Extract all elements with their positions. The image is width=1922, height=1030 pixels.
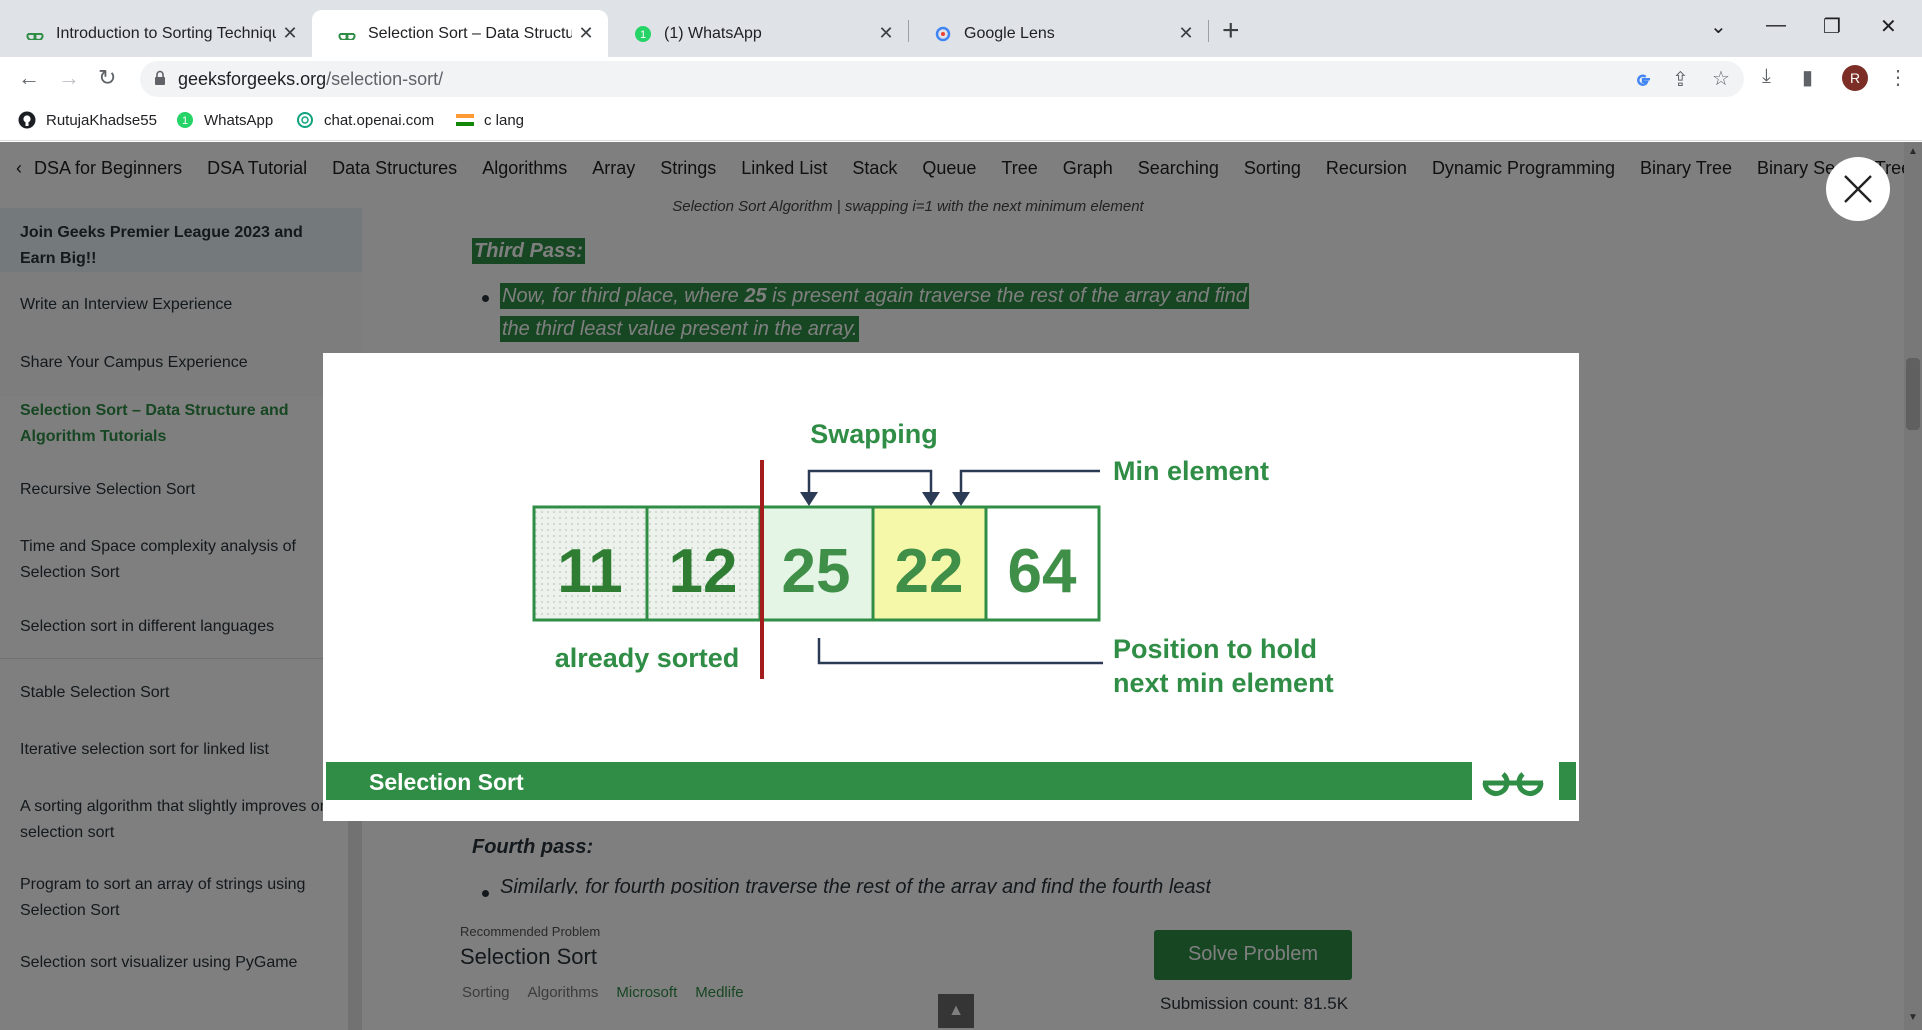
close-tab-icon[interactable]: ✕ xyxy=(572,23,600,44)
google-lens-icon xyxy=(934,25,952,43)
swap-arrowhead-right xyxy=(922,492,940,506)
download-icon[interactable]: ⤓ xyxy=(1762,65,1771,88)
tab-separator xyxy=(1208,20,1209,42)
svg-text:1: 1 xyxy=(182,115,188,127)
minimize-button[interactable]: — xyxy=(1766,14,1786,37)
github-icon xyxy=(18,111,36,129)
close-tab-icon[interactable]: ✕ xyxy=(276,23,304,44)
openai-icon xyxy=(296,111,314,129)
svg-text:1: 1 xyxy=(640,29,646,41)
whatsapp-icon: 1 xyxy=(634,25,652,43)
bookmark-label: chat.openai.com xyxy=(324,111,435,129)
array-value: 11 xyxy=(557,537,623,606)
tab-search-icon[interactable]: ⌄ xyxy=(1710,14,1727,39)
bookmark-c-lang[interactable]: c lang xyxy=(456,111,524,129)
tab-google-lens[interactable]: Google Lens ✕ xyxy=(908,10,1208,57)
array-value: 25 xyxy=(782,537,851,606)
back-icon[interactable]: ← xyxy=(18,65,40,91)
profile-avatar[interactable]: R xyxy=(1842,65,1868,91)
url-text: geeksforgeeks.org/selection-sort/ xyxy=(178,69,443,90)
reload-icon[interactable]: ↻ xyxy=(98,65,116,91)
close-lightbox-button[interactable] xyxy=(1826,157,1890,221)
swap-arrow xyxy=(807,469,933,494)
bookmark-whatsapp[interactable]: 1 WhatsApp xyxy=(176,111,273,129)
flag-icon xyxy=(456,111,474,129)
tab-whatsapp[interactable]: 1 (1) WhatsApp ✕ xyxy=(608,10,908,57)
browser-toolbar: ← → ↻ geeksforgeeks.org/selection-sort/ … xyxy=(0,57,1922,99)
new-tab-button[interactable]: + xyxy=(1222,16,1240,46)
url-domain: geeksforgeeks.org xyxy=(178,69,327,89)
bookmark-github[interactable]: RutujaKhadse55 xyxy=(18,111,157,129)
position-label-line2: next min element xyxy=(1113,668,1334,698)
bookmark-star-icon[interactable]: ☆ xyxy=(1712,66,1730,91)
tab-title: Selection Sort – Data Structure a xyxy=(368,24,572,42)
position-bracket xyxy=(817,638,1103,665)
image-lightbox: Swapping Min element 11 12 25 22 64 alre… xyxy=(323,353,1579,821)
restore-button[interactable]: ❐ xyxy=(1823,14,1841,39)
bookmark-openai[interactable]: chat.openai.com xyxy=(296,111,434,129)
bookmarks-bar: RutujaKhadse55 1 WhatsApp chat.openai.co… xyxy=(0,99,1922,141)
lock-icon xyxy=(155,70,165,85)
array-value: 12 xyxy=(669,537,738,606)
min-element-arrow xyxy=(959,469,1100,494)
menu-icon[interactable]: ⋮ xyxy=(1888,65,1908,90)
forward-icon[interactable]: → xyxy=(58,65,80,91)
tab-title: Introduction to Sorting Techniqu xyxy=(56,24,276,42)
bookmark-label: RutujaKhadse55 xyxy=(46,111,157,129)
footer-title: Selection Sort xyxy=(369,769,524,795)
close-tab-icon[interactable]: ✕ xyxy=(1172,23,1200,44)
swapping-label: Swapping xyxy=(810,419,938,449)
close-window-button[interactable]: ✕ xyxy=(1880,14,1897,39)
gfg-icon xyxy=(338,25,356,43)
tab-selection-sort[interactable]: Selection Sort – Data Structure a ✕ xyxy=(312,10,608,57)
whatsapp-icon: 1 xyxy=(176,111,194,129)
already-sorted-label: already sorted xyxy=(555,643,740,673)
address-bar[interactable]: geeksforgeeks.org/selection-sort/ ⇪ ☆ xyxy=(140,61,1744,97)
tab-title: (1) WhatsApp xyxy=(664,24,762,42)
gfg-logo-icon xyxy=(1474,762,1576,800)
min-element-arrowhead xyxy=(952,492,970,506)
tab-separator xyxy=(908,20,909,42)
selection-sort-diagram: Swapping Min element 11 12 25 22 64 alre… xyxy=(326,419,1576,800)
array-value: 22 xyxy=(895,537,964,606)
bookmark-label: c lang xyxy=(484,111,525,129)
bookmark-label: WhatsApp xyxy=(204,111,274,129)
google-icon[interactable] xyxy=(1634,70,1652,88)
close-tab-icon[interactable]: ✕ xyxy=(872,23,900,44)
browser-tab-strip: Introduction to Sorting Techniqu ✕ Selec… xyxy=(0,0,1922,57)
position-label-line1: Position to hold xyxy=(1113,634,1317,664)
gfg-icon xyxy=(26,25,44,43)
min-element-label: Min element xyxy=(1113,456,1269,486)
swap-arrowhead-left xyxy=(800,492,818,506)
tab-title: Google Lens xyxy=(964,24,1055,42)
url-path: /selection-sort/ xyxy=(326,69,444,89)
array-value: 64 xyxy=(1008,537,1077,606)
side-panel-icon[interactable]: ▮ xyxy=(1802,65,1813,90)
close-icon xyxy=(1844,175,1872,203)
share-icon[interactable]: ⇪ xyxy=(1672,67,1689,92)
tab-sorting-techniques[interactable]: Introduction to Sorting Techniqu ✕ xyxy=(0,10,312,57)
